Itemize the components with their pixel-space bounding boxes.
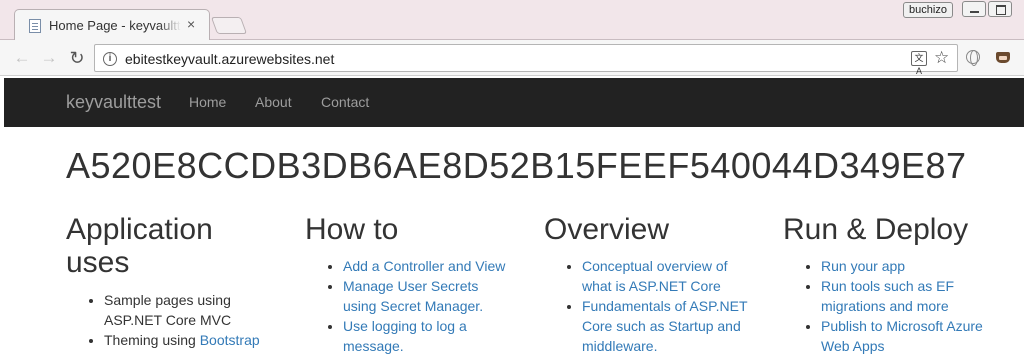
page-favicon-icon (29, 19, 41, 33)
list-item: Theming using Bootstrap (104, 330, 276, 350)
forward-arrow-icon[interactable]: → (38, 47, 60, 69)
site-brand[interactable]: keyvaulttest (66, 92, 161, 113)
overview-section: Overview Conceptual overview of what is … (544, 213, 754, 356)
section-list: Sample pages using ASP.NET Core MVC Them… (66, 290, 276, 350)
list-item: Sample pages using ASP.NET Core MVC (104, 290, 276, 330)
maximize-window-button[interactable] (988, 1, 1012, 17)
list-item: Conceptual overview of what is ASP.NET C… (582, 256, 754, 296)
profile-chip[interactable]: buchizo (903, 2, 953, 18)
section-heading: Run & Deploy (783, 213, 969, 246)
application-uses-section: Application uses Sample pages using ASP.… (66, 213, 276, 350)
list-item: Publish to Microsoft Azure Web Apps (821, 316, 1013, 356)
address-bar[interactable]: i ebitestkeyvault.azurewebsites.net 文A ☆ (94, 44, 958, 76)
list-item: Run tools such as EF migrations and more (821, 276, 1013, 316)
list-link[interactable]: Use logging to log a message. (343, 318, 467, 354)
url-text[interactable]: ebitestkeyvault.azurewebsites.net (125, 51, 334, 67)
browser-toolbar: ← → ↻ i ebitestkeyvault.azurewebsites.ne… (0, 40, 1024, 76)
browser-tabstrip: Home Page - keyvaulttest × buchizo (0, 0, 1024, 41)
list-link[interactable]: Publish to Microsoft Azure Web Apps (821, 318, 983, 354)
nav-link-contact[interactable]: Contact (321, 94, 369, 110)
tab-title: Home Page - keyvaulttest (49, 18, 181, 33)
list-item: Fundamentals of ASP.NET Core such as Sta… (582, 296, 754, 356)
bookmark-star-icon[interactable]: ☆ (934, 48, 949, 68)
section-list: Run your app Run tools such as EF migrat… (783, 256, 1013, 356)
list-link[interactable]: Add a Controller and View (343, 258, 505, 274)
list-item: Use logging to log a message. (343, 316, 515, 356)
list-link[interactable]: Run your app (821, 258, 905, 274)
cat-extension-icon[interactable] (994, 48, 1012, 64)
list-item: Add a Controller and View (343, 256, 515, 276)
list-link[interactable]: Fundamentals of ASP.NET Core such as Sta… (582, 298, 747, 354)
list-item: Manage User Secrets using Secret Manager… (343, 276, 515, 316)
section-heading: How to (305, 213, 399, 246)
section-list: Add a Controller and View Manage User Se… (305, 256, 515, 356)
list-item: Run your app (821, 256, 1013, 276)
minimize-window-button[interactable] (962, 1, 986, 17)
site-navbar: keyvaulttest Home About Contact (4, 78, 1024, 127)
back-arrow-icon[interactable]: ← (11, 47, 33, 69)
section-heading: Application uses (66, 213, 213, 279)
site-info-icon[interactable]: i (103, 52, 117, 66)
translate-icon[interactable]: 文A (911, 51, 927, 76)
browser-tab[interactable]: Home Page - keyvaulttest × (14, 9, 210, 41)
reload-icon[interactable]: ↻ (66, 47, 88, 69)
bootstrap-link[interactable]: Bootstrap (200, 332, 260, 348)
list-link[interactable]: Conceptual overview of what is ASP.NET C… (582, 258, 728, 294)
nav-link-about[interactable]: About (255, 94, 292, 110)
secret-hash-heading: A520E8CCDB3DB6AE8D52B15FEEF540044D349E87 (66, 145, 967, 186)
section-heading: Overview (544, 213, 670, 246)
how-to-section: How to Add a Controller and View Manage … (305, 213, 515, 356)
run-deploy-section: Run & Deploy Run your app Run tools such… (783, 213, 1013, 356)
list-item-text: Theming using (104, 332, 200, 348)
list-link[interactable]: Manage User Secrets using Secret Manager… (343, 278, 483, 314)
globe-extension-icon[interactable] (966, 50, 980, 66)
new-tab-button[interactable] (210, 17, 248, 34)
section-list: Conceptual overview of what is ASP.NET C… (544, 256, 754, 356)
list-link[interactable]: Run tools such as EF migrations and more (821, 278, 954, 314)
nav-link-home[interactable]: Home (189, 94, 226, 110)
close-tab-icon[interactable]: × (187, 16, 195, 32)
